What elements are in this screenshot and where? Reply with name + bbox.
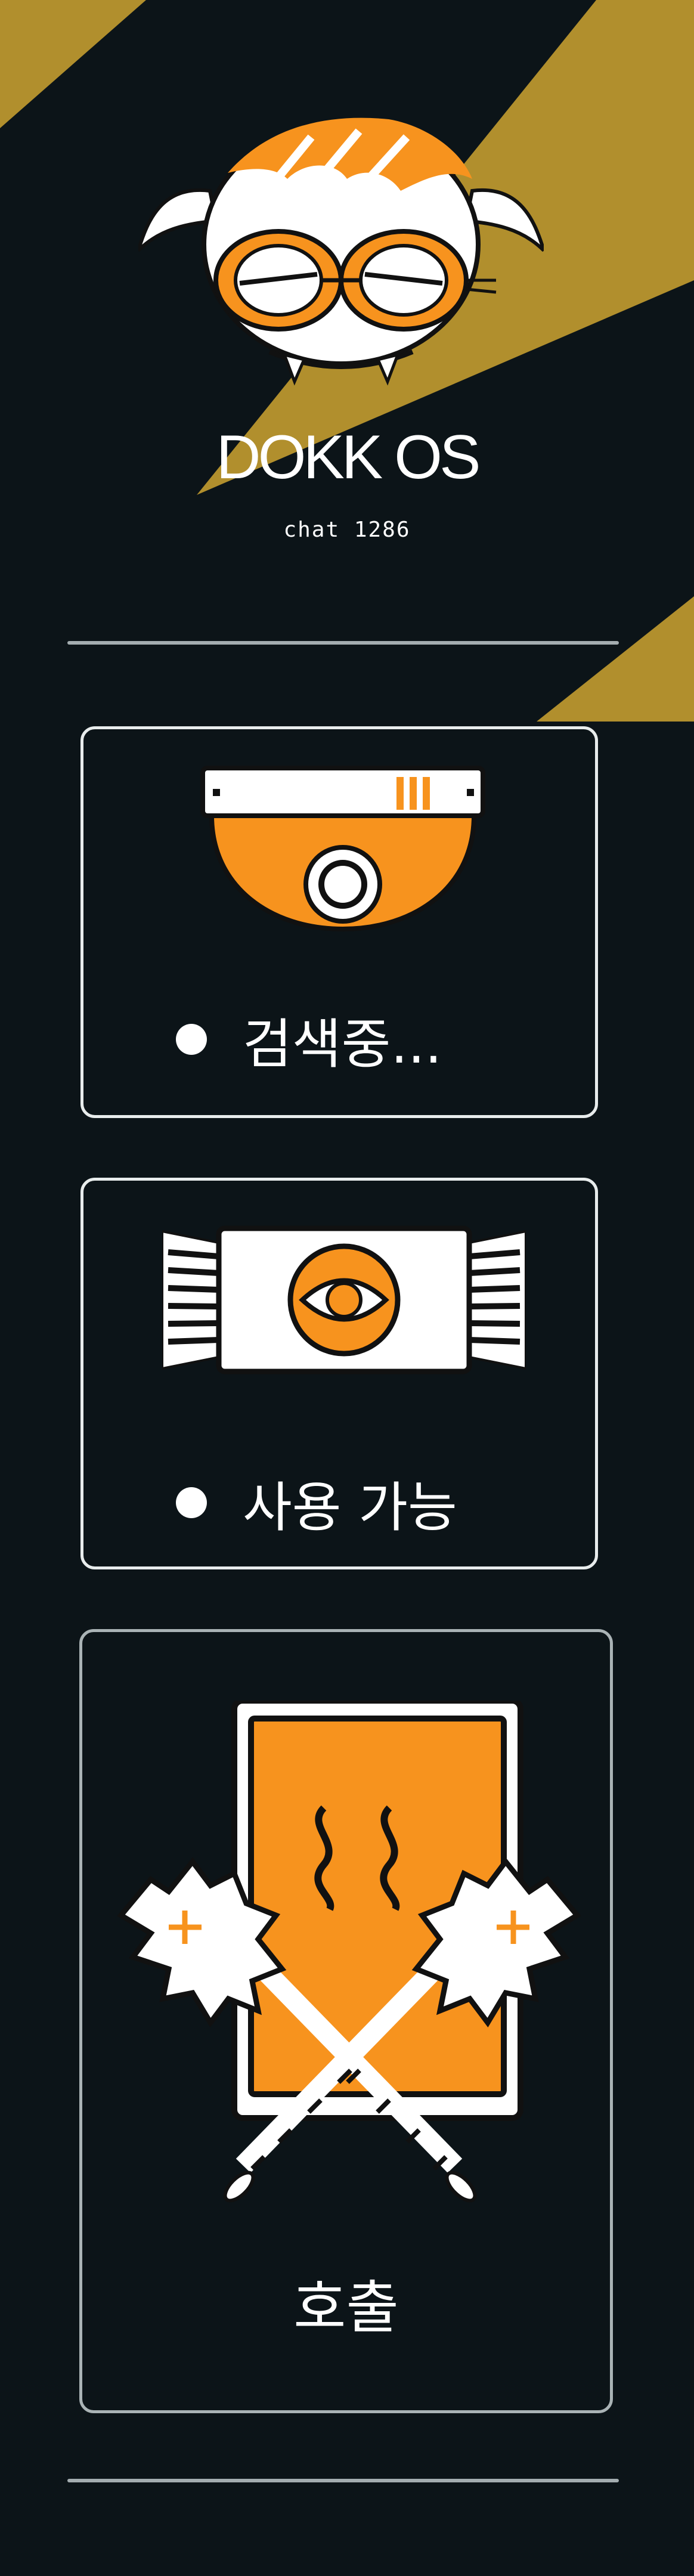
top-divider	[67, 641, 619, 645]
status-dot	[176, 1024, 207, 1055]
gadget-card-eye[interactable]: 사용 가능	[80, 1178, 598, 1569]
phone-maces-icon	[117, 1701, 581, 2203]
status-row: 검색중...	[176, 1001, 442, 1078]
camera-dome-icon	[200, 766, 485, 932]
status-row: 사용 가능	[176, 1464, 457, 1541]
header: DOKK OS chat 1286	[0, 0, 694, 596]
eye-device-icon	[162, 1225, 526, 1374]
dokkaebi-mascot-icon	[138, 117, 544, 386]
status-text: 사용 가능	[243, 1476, 457, 1539]
call-button[interactable]: 호출	[79, 1629, 613, 2413]
call-label: 호출	[293, 2274, 399, 2341]
gadget-card-camera[interactable]: 검색중...	[80, 726, 598, 1118]
app-title: DOKK OS	[216, 423, 481, 492]
status-dot	[176, 1487, 207, 1518]
app-subtitle: chat 1286	[283, 518, 411, 542]
bottom-divider	[67, 2479, 619, 2482]
status-text: 검색중...	[243, 1013, 442, 1076]
